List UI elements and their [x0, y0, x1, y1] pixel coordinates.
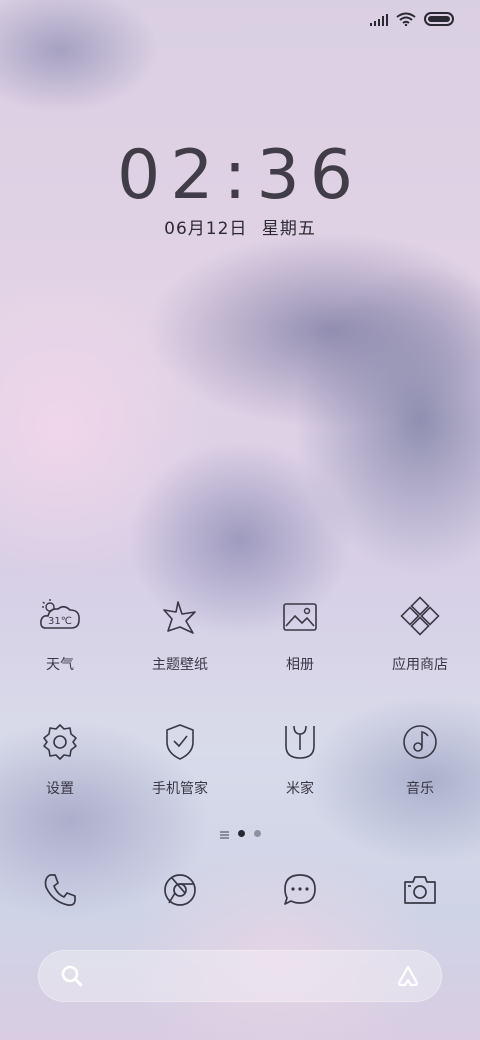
gallery-icon	[278, 596, 322, 640]
app-gallery[interactable]: 相册	[240, 596, 360, 674]
signal-icon	[370, 11, 388, 30]
app-row-2: 设置 手机管家 米家 音乐	[0, 720, 480, 798]
assistant-icon[interactable]	[396, 964, 420, 992]
page-dot-active[interactable]	[237, 830, 245, 837]
wifi-icon	[396, 11, 416, 30]
lockscreen-clock[interactable]: 02:36 06月12日 星期五	[0, 136, 480, 240]
phone-icon	[36, 866, 84, 914]
app-row-1: 31℃ 天气 主题壁纸 相册 应用商店	[0, 596, 480, 674]
dock-camera[interactable]	[360, 866, 480, 914]
page-indicator[interactable]	[0, 824, 480, 843]
page-dot[interactable]	[253, 830, 261, 837]
browser-icon	[156, 866, 204, 914]
dock-browser[interactable]	[120, 866, 240, 914]
app-settings[interactable]: 设置	[0, 720, 120, 798]
clock-time: 02:36	[117, 136, 363, 215]
security-icon	[158, 720, 202, 764]
music-icon	[398, 720, 442, 764]
battery-icon	[424, 11, 454, 30]
clock-date: 06月12日 星期五	[0, 214, 480, 239]
dock	[0, 866, 480, 914]
search-bar[interactable]	[38, 950, 442, 1002]
status-bar	[370, 10, 454, 30]
app-music[interactable]: 音乐	[360, 720, 480, 798]
app-label: 相册	[286, 657, 314, 673]
app-label: 主题壁纸	[152, 657, 208, 673]
dock-messages[interactable]	[240, 866, 360, 914]
mi-home-icon	[278, 720, 322, 764]
camera-icon	[396, 866, 444, 914]
weather-icon: 31℃	[38, 596, 82, 640]
app-security[interactable]: 手机管家	[120, 720, 240, 798]
theme-icon	[158, 596, 202, 640]
app-label: 设置	[46, 781, 74, 797]
dock-phone[interactable]	[0, 866, 120, 914]
app-label: 天气	[46, 657, 74, 673]
date-text: 06月12日	[164, 219, 248, 239]
app-label: 应用商店	[392, 657, 448, 673]
messages-icon	[276, 866, 324, 914]
app-store[interactable]: 应用商店	[360, 596, 480, 674]
search-icon[interactable]	[60, 964, 84, 992]
settings-icon	[38, 720, 82, 764]
app-mi-home[interactable]: 米家	[240, 720, 360, 798]
app-label: 米家	[286, 781, 314, 797]
app-store-icon	[398, 596, 442, 640]
weather-temp: 31℃	[48, 616, 72, 627]
minus-one-screen-icon[interactable]	[219, 824, 229, 843]
weekday-text: 星期五	[261, 219, 316, 239]
app-label: 手机管家	[152, 781, 208, 797]
app-weather[interactable]: 31℃ 天气	[0, 596, 120, 674]
app-label: 音乐	[406, 781, 434, 797]
app-themes[interactable]: 主题壁纸	[120, 596, 240, 674]
